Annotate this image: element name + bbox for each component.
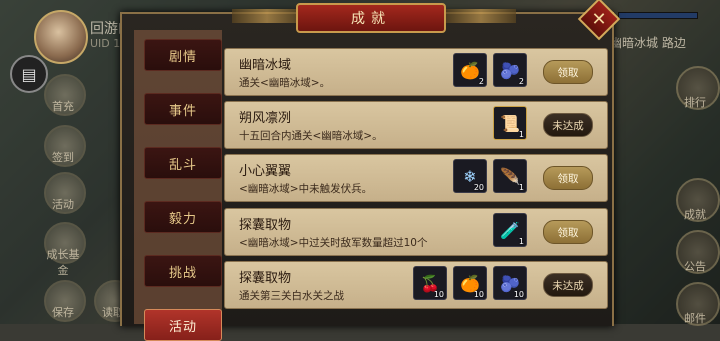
reward-count: 10 <box>513 290 524 299</box>
player-avatar[interactable] <box>34 10 88 64</box>
reward-count: 1 <box>518 130 524 139</box>
title-ornament-right <box>446 9 516 23</box>
reward-count: 20 <box>473 183 484 192</box>
panel-title: 成就 <box>296 3 446 33</box>
achievement-name: 朔风凛冽 <box>239 111 292 126</box>
achievement-desc: 通关第三关白水关之战 <box>239 290 344 302</box>
reward-slot[interactable]: 🫐 2 <box>493 53 527 87</box>
close-icon[interactable]: ✕ <box>584 4 614 34</box>
achievement-desc: 通关<幽暗冰域>。 <box>239 77 331 89</box>
achievement-row: 探囊取物 <幽暗冰域>中过关时敌军数量超过10个 🧪 1 领取 <box>224 208 608 256</box>
reward-slot[interactable]: 🍊 2 <box>453 53 487 87</box>
tab-4[interactable]: 挑战 <box>144 255 222 287</box>
claim-button[interactable]: 领取 <box>543 60 593 84</box>
reward-slot[interactable]: ❄ 20 <box>453 159 487 193</box>
claim-button[interactable]: 领取 <box>543 220 593 244</box>
side-menu-label: 保存 <box>52 306 74 319</box>
side-menu-label: 首充 <box>52 100 74 113</box>
achievement-desc: 十五回合内通关<幽暗冰域>。 <box>239 130 383 142</box>
not-achieved-button[interactable]: 未达成 <box>543 273 593 297</box>
tab-3[interactable]: 毅力 <box>144 201 222 233</box>
achievement-row: 探囊取物通关第三关白水关之战 🍒 10 🍊 10 🫐 10 未达成 <box>224 261 608 309</box>
title-ornament-left <box>232 9 302 23</box>
side-menu-label: 活动 <box>52 198 74 211</box>
reward-slot[interactable]: 🍒 10 <box>413 266 447 300</box>
location-label: 幽暗冰城 路边 <box>610 36 686 50</box>
reward-count: 2 <box>478 77 484 86</box>
reward-slot[interactable]: 🧪 1 <box>493 213 527 247</box>
tab-2[interactable]: 乱斗 <box>144 147 222 179</box>
right-menu-label: 排行 <box>684 96 706 109</box>
reward-slot[interactable]: 🪶 1 <box>493 159 527 193</box>
health-bar <box>618 12 698 19</box>
menu-icon[interactable]: ▤ <box>10 55 48 93</box>
right-menu-label: 公告 <box>684 260 706 273</box>
reward-count: 10 <box>433 290 444 299</box>
reward-count: 1 <box>518 237 524 246</box>
not-achieved-button[interactable]: 未达成 <box>543 113 593 137</box>
claim-button[interactable]: 领取 <box>543 166 593 190</box>
achievement-desc: <幽暗冰域>中过关时敌军数量超过10个 <box>239 237 428 249</box>
achievement-name: 小心翼翼 <box>239 164 292 179</box>
achievement-row: 小心翼翼 <幽暗冰域>中未触发伏兵。 ❄ 20 🪶 1 领取 <box>224 154 608 202</box>
achievement-name: 探囊取物 <box>239 271 292 286</box>
tab-0[interactable]: 剧情 <box>144 39 222 71</box>
reward-count: 1 <box>518 183 524 192</box>
achievement-name: 探囊取物 <box>239 218 292 233</box>
reward-slot[interactable]: 📜 1 <box>493 106 527 140</box>
reward-slot[interactable]: 🍊 10 <box>453 266 487 300</box>
side-menu-label: 成长基金 <box>46 248 80 277</box>
right-menu-label: 成就 <box>684 208 706 221</box>
achievement-desc: <幽暗冰域>中未触发伏兵。 <box>239 183 373 195</box>
tab-5[interactable]: 活动 <box>144 309 222 341</box>
reward-count: 10 <box>473 290 484 299</box>
tab-1[interactable]: 事件 <box>144 93 222 125</box>
achievement-row: 朔风凛冽十五回合内通关<幽暗冰域>。 📜 1 未达成 <box>224 101 608 149</box>
side-menu-label: 签到 <box>52 151 74 164</box>
achievement-name: 幽暗冰域 <box>239 58 292 73</box>
achievement-row: 幽暗冰域通关<幽暗冰域>。 🍊 2 🫐 2 领取 <box>224 48 608 96</box>
reward-count: 2 <box>518 77 524 86</box>
reward-slot[interactable]: 🫐 10 <box>493 266 527 300</box>
